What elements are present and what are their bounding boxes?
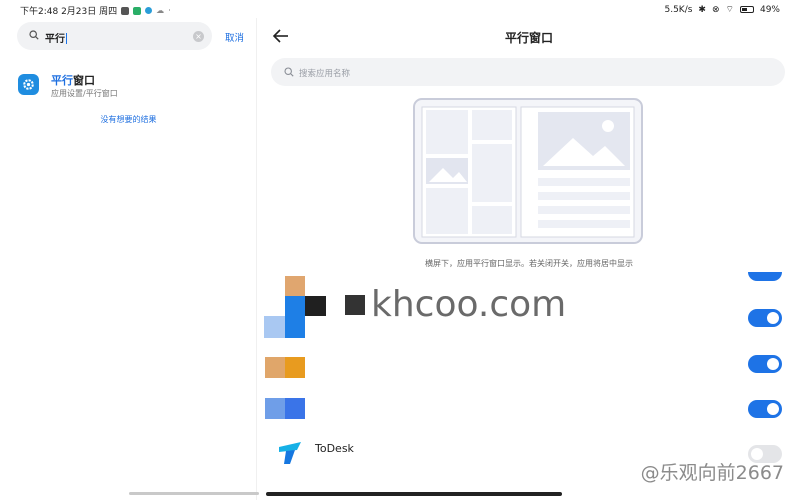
- result-title: 平行窗口: [51, 72, 95, 88]
- app-search-placeholder: 搜索应用名称: [299, 69, 351, 79]
- notification-icon-send: [145, 7, 153, 14]
- notification-icon-dot: ·: [168, 6, 171, 15]
- watermark-square: [345, 294, 365, 315]
- watermark: khcoo.com: [345, 284, 566, 325]
- clear-search-button[interactable]: ×: [193, 31, 204, 42]
- home-indicator-right[interactable]: [266, 492, 562, 496]
- no-result-feedback-link[interactable]: 没有想要的结果: [0, 114, 257, 125]
- result-path: 应用设置/平行窗口: [51, 89, 118, 98]
- todesk-app-icon: [279, 442, 301, 464]
- status-right: 5.5K/s ✱ ⊗ ⌔ 49%: [664, 4, 780, 16]
- app-icon-orange: [265, 357, 305, 378]
- app-toggle-2[interactable]: [748, 309, 782, 327]
- watermark-text: khcoo.com: [371, 284, 567, 325]
- result-title-rest: 窗口: [73, 74, 95, 87]
- search-query: 平行: [45, 30, 67, 45]
- status-bar: 下午2:48 2月23日 周四 ☁ · 5.5K/s ✱ ⊗ ⌔ 49%: [0, 0, 800, 18]
- feature-description: 横屏下，应用平行窗口显示。若关闭开关，应用将居中显示: [425, 259, 633, 268]
- page-title: 平行窗口: [504, 31, 553, 45]
- app-toggle-4[interactable]: [748, 400, 782, 418]
- app-toggle-1[interactable]: [748, 272, 782, 281]
- signal-icon: ⊗: [711, 4, 720, 15]
- bluetooth-icon: ✱: [698, 4, 706, 15]
- home-indicator-left[interactable]: [129, 492, 259, 495]
- settings-search-pane: 平行 × 取消 平行窗口 应用设置/平行窗口 没有想要的结果: [0, 18, 257, 500]
- search-result-item[interactable]: 平行窗口 应用设置/平行窗口: [18, 72, 248, 102]
- parallel-window-illustration: [413, 98, 643, 244]
- app-name-todesk: ToDesk: [315, 442, 354, 455]
- notification-icon-cloud: ☁: [156, 6, 165, 15]
- network-speed: 5.5K/s: [664, 4, 693, 15]
- wifi-icon: ⌔: [725, 5, 734, 15]
- author-credit: @乐观向前2667: [640, 462, 784, 484]
- app-toggle-3[interactable]: [748, 355, 782, 373]
- cancel-button[interactable]: 取消: [225, 30, 244, 44]
- settings-gear-icon: [18, 74, 39, 95]
- result-title-highlight: 平行: [51, 74, 73, 87]
- battery-percent: 49%: [759, 4, 780, 15]
- text-caret: [66, 33, 67, 44]
- search-icon: [29, 30, 39, 40]
- notification-icon-wechat: [133, 6, 142, 15]
- app-icon-orange-blue: [264, 276, 326, 338]
- status-left: 下午2:48 2月23日 周四 ☁ ·: [20, 4, 171, 17]
- notification-icon-app: [121, 6, 130, 15]
- search-query-text: 平行: [45, 34, 65, 45]
- app-icon-blue: [265, 398, 305, 419]
- search-icon: [284, 67, 294, 77]
- battery-icon: [739, 6, 754, 13]
- app-search-input[interactable]: 搜索应用名称: [271, 58, 785, 86]
- parallel-window-page: 平行窗口 搜索应用名称 横屏下，应用平行窗口显示。若关闭开关，应用将居中显示: [258, 18, 800, 500]
- settings-search-input[interactable]: 平行 ×: [17, 22, 212, 50]
- status-time-date: 下午2:48 2月23日 周四: [20, 7, 118, 17]
